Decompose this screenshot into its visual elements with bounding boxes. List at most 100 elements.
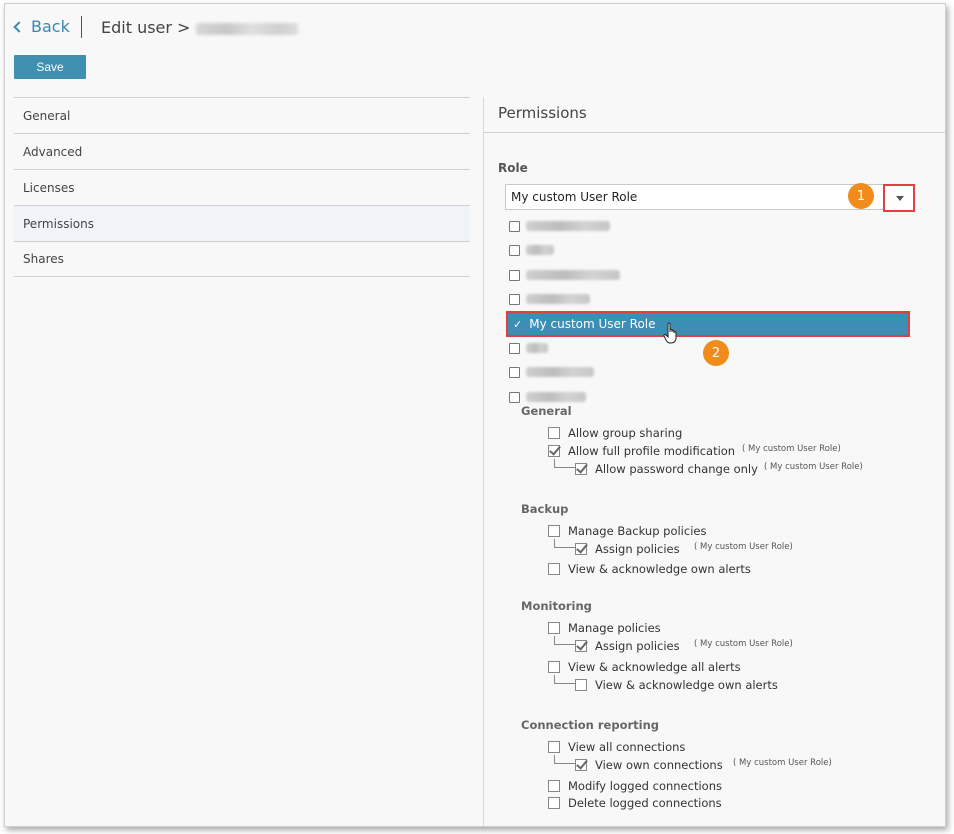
role-source-note: ( My custom User Role) (694, 542, 793, 552)
callout-badge-2: 2 (703, 340, 729, 366)
role-option[interactable] (509, 287, 911, 311)
perm-modify-logged-connections[interactable]: Modify logged connections (548, 779, 722, 793)
permission-label: Assign policies (595, 639, 680, 653)
permission-label: View all connections (568, 740, 686, 754)
perm-monitoring-assign-policies[interactable]: Assign policies (575, 639, 680, 653)
role-source-note: ( My custom User Role) (694, 639, 793, 649)
permission-label: View own connections (595, 758, 723, 772)
perm-backup-view-own-alerts[interactable]: View & acknowledge own alerts (548, 562, 751, 576)
permission-checkbox-checked[interactable] (575, 640, 587, 652)
app-window: Back Edit user > Save General Advanced L… (4, 3, 946, 827)
permission-checkbox[interactable] (548, 780, 560, 792)
permission-checkbox[interactable] (548, 741, 560, 753)
perm-view-own-connections[interactable]: View own connections (575, 758, 723, 772)
role-checkbox[interactable] (509, 366, 520, 378)
permission-checkbox-checked[interactable] (575, 759, 587, 771)
redacted-role-name (526, 221, 610, 231)
role-option[interactable] (509, 214, 911, 238)
tree-connector (554, 539, 576, 548)
permission-label: Delete logged connections (568, 796, 722, 810)
redacted-role-name (526, 343, 548, 353)
role-checkbox[interactable] (509, 244, 520, 256)
role-checkbox[interactable] (509, 391, 520, 403)
permission-label: View & acknowledge all alerts (568, 660, 741, 674)
selected-role-label: My custom User Role (529, 317, 656, 331)
tree-connector (554, 636, 576, 645)
section-heading-general: General (521, 404, 572, 418)
panel-divider (483, 97, 484, 826)
perm-manage-policies[interactable]: Manage policies (548, 621, 661, 635)
caret-down-icon (896, 196, 904, 201)
perm-monitoring-view-own-alerts[interactable]: View & acknowledge own alerts (575, 678, 778, 692)
nav-item-shares[interactable]: Shares (14, 241, 470, 277)
role-dropdown-button[interactable] (883, 184, 915, 212)
role-source-note: ( My custom User Role) (733, 758, 832, 768)
title-rule (484, 132, 945, 133)
permission-checkbox[interactable] (548, 525, 560, 537)
permission-label: Modify logged connections (568, 779, 722, 793)
callout-badge-1: 1 (848, 183, 874, 209)
check-icon: ✓ (513, 317, 523, 331)
role-option[interactable] (509, 238, 911, 262)
permissions-title: Permissions (498, 104, 587, 122)
permission-label: Allow group sharing (568, 426, 683, 440)
role-option-selected[interactable]: ✓ My custom User Role (506, 311, 910, 337)
tree-connector (554, 675, 576, 684)
page-title: Edit user > (101, 18, 299, 37)
role-checkbox[interactable] (509, 342, 520, 354)
permission-checkbox[interactable] (548, 563, 560, 575)
permission-label: Assign policies (595, 542, 680, 556)
permission-checkbox-checked[interactable] (548, 445, 560, 457)
perm-view-all-connections[interactable]: View all connections (548, 740, 685, 754)
perm-backup-assign-policies[interactable]: Assign policies (575, 542, 680, 556)
role-option[interactable] (509, 263, 911, 287)
redacted-role-name (526, 392, 586, 402)
redacted-role-name (526, 270, 620, 280)
role-source-note: ( My custom User Role) (764, 462, 863, 472)
section-heading-monitoring: Monitoring (521, 599, 592, 613)
redacted-role-name (526, 294, 590, 304)
nav-item-advanced[interactable]: Advanced (14, 133, 470, 169)
perm-view-all-alerts[interactable]: View & acknowledge all alerts (548, 660, 741, 674)
redacted-username (196, 22, 299, 35)
nav-item-permissions[interactable]: Permissions (14, 205, 470, 241)
permission-checkbox[interactable] (575, 679, 587, 691)
redacted-role-name (526, 367, 594, 377)
perm-allow-group-sharing[interactable]: Allow group sharing (548, 426, 682, 440)
edit-title-label: Edit user > (101, 18, 191, 37)
permission-checkbox[interactable] (548, 661, 560, 673)
section-heading-connection-reporting: Connection reporting (521, 718, 659, 732)
section-heading-backup: Backup (521, 502, 569, 516)
role-checkbox[interactable] (509, 220, 520, 232)
role-label: Role (498, 161, 528, 175)
role-source-note: ( My custom User Role) (742, 444, 841, 454)
perm-allow-full-profile[interactable]: Allow full profile modification (548, 444, 735, 458)
permission-checkbox[interactable] (548, 427, 560, 439)
nav-item-licenses[interactable]: Licenses (14, 169, 470, 205)
back-link[interactable]: Back (13, 17, 70, 36)
permission-checkbox-checked[interactable] (575, 463, 587, 475)
perm-allow-password-change[interactable]: Allow password change only (575, 462, 758, 476)
permission-label: Manage Backup policies (568, 524, 707, 538)
save-button[interactable]: Save (14, 55, 86, 79)
permission-checkbox[interactable] (548, 797, 560, 809)
hand-cursor-icon (663, 322, 677, 344)
permission-label: Allow full profile modification (568, 444, 736, 458)
permission-checkbox[interactable] (548, 622, 560, 634)
permission-label: View & acknowledge own alerts (568, 562, 751, 576)
permission-checkbox-checked[interactable] (575, 543, 587, 555)
tree-connector (554, 755, 576, 764)
permission-label: Manage policies (568, 621, 661, 635)
perm-delete-logged-connections[interactable]: Delete logged connections (548, 796, 722, 810)
redacted-role-name (526, 245, 554, 255)
permission-label: View & acknowledge own alerts (595, 678, 778, 692)
nav-item-general[interactable]: General (14, 97, 470, 133)
role-checkbox[interactable] (509, 293, 520, 305)
permission-label: Allow password change only (595, 462, 758, 476)
chevron-left-icon (13, 21, 25, 33)
perm-manage-backup-policies[interactable]: Manage Backup policies (548, 524, 706, 538)
header-separator (81, 16, 82, 38)
settings-nav: General Advanced Licenses Permissions Sh… (14, 97, 470, 277)
back-label: Back (31, 17, 70, 36)
role-checkbox[interactable] (509, 269, 520, 281)
